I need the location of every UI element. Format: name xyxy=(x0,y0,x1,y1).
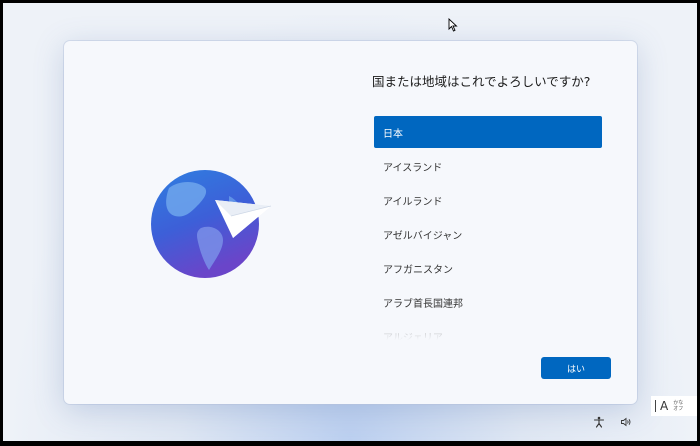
ime-mode-label: A xyxy=(660,399,669,413)
page-title: 国または地域はこれでよろしいですか? xyxy=(372,74,591,89)
volume-icon[interactable] xyxy=(620,416,632,428)
ime-separator xyxy=(655,400,656,412)
country-option-uae[interactable]: アラブ首長国連邦 xyxy=(374,286,602,318)
country-option-iceland[interactable]: アイスランド xyxy=(374,150,602,182)
ime-indicator[interactable]: A かな オフ xyxy=(651,396,697,416)
ime-kana-status: かな オフ xyxy=(673,400,683,412)
country-option-azerbaijan[interactable]: アゼルバイジャン xyxy=(374,218,602,250)
setup-card: 国または地域はこれでよろしいですか? 日本 アイスランド アイルランド アゼルバ… xyxy=(64,41,637,404)
country-option-japan[interactable]: 日本 xyxy=(374,116,602,148)
globe-paper-plane-illustration xyxy=(151,170,272,278)
accessibility-icon[interactable] xyxy=(593,416,605,428)
country-option-algeria[interactable]: アルジェリア xyxy=(374,320,602,341)
country-list[interactable]: 日本 アイスランド アイルランド アゼルバイジャン アフガニスタン アラブ首長国… xyxy=(374,116,602,340)
mouse-cursor-icon xyxy=(448,18,458,32)
yes-button[interactable]: はい xyxy=(541,357,611,379)
country-option-afghanistan[interactable]: アフガニスタン xyxy=(374,252,602,284)
country-option-ireland[interactable]: アイルランド xyxy=(374,184,602,216)
oobe-screen: 国または地域はこれでよろしいですか? 日本 アイスランド アイルランド アゼルバ… xyxy=(3,3,697,441)
ime-kana-line2: オフ xyxy=(673,406,684,412)
